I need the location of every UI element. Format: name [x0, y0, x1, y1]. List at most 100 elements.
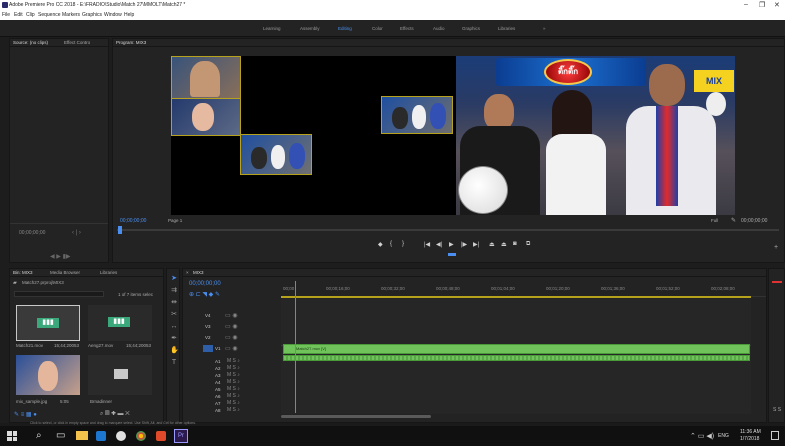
track-a8-icons[interactable]: M S ♪: [227, 407, 240, 413]
workspace-learning[interactable]: Learning: [263, 26, 281, 31]
hand-tool-icon[interactable]: ✋: [170, 347, 179, 355]
tab-bin[interactable]: Bin: MIX3: [13, 270, 33, 275]
chrome-icon[interactable]: [136, 431, 146, 441]
mark-out-icon[interactable]: }: [402, 241, 404, 247]
track-a1-icons[interactable]: M S ♪: [227, 358, 240, 364]
menu-clip[interactable]: Clip: [26, 12, 35, 18]
add-button-icon[interactable]: +: [774, 244, 778, 251]
timeline-close-icon[interactable]: ×: [186, 270, 189, 275]
track-select-icon[interactable]: ⇉: [170, 287, 178, 295]
track-a2-icons[interactable]: M S ♪: [227, 365, 240, 371]
app-icon-2[interactable]: [156, 431, 166, 441]
tab-source[interactable]: Source: (no clips): [13, 40, 48, 45]
premiere-taskbar-icon[interactable]: Pr: [174, 429, 188, 443]
timeline-playhead[interactable]: [295, 281, 296, 413]
menu-edit[interactable]: Edit: [14, 12, 23, 18]
menu-sequence[interactable]: Sequence: [38, 12, 61, 18]
timeline-scrollbar[interactable]: [281, 415, 431, 418]
project-item-3[interactable]: [16, 355, 80, 395]
notification-icon[interactable]: [771, 431, 779, 440]
v1-source-patch[interactable]: [203, 345, 213, 352]
menu-graphics[interactable]: Graphics: [82, 12, 102, 18]
tab-effect-controls[interactable]: Effect Contro: [64, 40, 90, 45]
go-to-out-icon[interactable]: ▶|: [473, 241, 479, 248]
audio-clip[interactable]: [283, 355, 750, 361]
menu-markers[interactable]: Markers: [62, 12, 80, 18]
track-a6-icons[interactable]: M S ♪: [227, 393, 240, 399]
windows-start-icon[interactable]: [7, 431, 17, 441]
menu-window[interactable]: Window: [104, 12, 122, 18]
pip-right: [381, 96, 453, 134]
timeline-ruler[interactable]: 00;00 00;00;16;00 00;00;32;00 00;00;48;0…: [281, 281, 766, 297]
track-v1-icons[interactable]: ▭ ◉: [225, 345, 238, 352]
system-tray-icons[interactable]: ⌃ ▭ ◀): [690, 432, 714, 440]
language-indicator[interactable]: ENG: [718, 433, 729, 439]
source-transport-icon[interactable]: ◀ ▶ ▮▶: [50, 253, 70, 260]
program-playhead[interactable]: [118, 226, 122, 234]
compare-icon[interactable]: ⧉: [526, 241, 530, 248]
timeline-timecode[interactable]: 00;00;00;00: [189, 281, 221, 287]
project-footer-actions[interactable]: ⌕ ▤ ✚ ▬ ✕: [100, 411, 130, 418]
meter-solo-buttons[interactable]: S S: [773, 407, 781, 413]
track-a5-icons[interactable]: M S ♪: [227, 386, 240, 392]
clock-time[interactable]: 11:36 AM: [740, 429, 761, 435]
go-to-in-icon[interactable]: |◀: [424, 241, 430, 248]
step-back-icon[interactable]: ◀|: [436, 241, 442, 248]
search-icon[interactable]: ⌕: [36, 430, 42, 441]
project-search-input[interactable]: [14, 291, 104, 297]
task-view-icon[interactable]: ▭: [56, 430, 65, 441]
track-v4-icons[interactable]: ▭ ◉: [225, 312, 238, 319]
video-clip[interactable]: Match27.mov [V]: [283, 344, 750, 354]
maximize-button[interactable]: ❐: [759, 1, 765, 9]
workspace-more-icon[interactable]: »: [543, 26, 546, 31]
step-forward-icon[interactable]: |▶: [461, 241, 467, 248]
program-page-label[interactable]: Page 1: [168, 218, 182, 223]
track-a3-icons[interactable]: M S ♪: [227, 372, 240, 378]
type-tool-icon[interactable]: T: [170, 359, 178, 367]
file-explorer-icon[interactable]: [76, 431, 88, 440]
track-v3-icons[interactable]: ▭ ◉: [225, 323, 238, 330]
program-timeline-bar[interactable]: [117, 229, 779, 231]
lift-icon[interactable]: ⏏: [489, 241, 495, 248]
track-v2-icons[interactable]: ▭ ◉: [225, 334, 238, 341]
workspace-color[interactable]: Color: [372, 26, 383, 31]
slip-tool-icon[interactable]: ↔: [170, 323, 178, 331]
workspace-audio[interactable]: Audio: [433, 26, 445, 31]
clock-date[interactable]: 1/7/2018: [740, 436, 759, 442]
selection-tool-icon[interactable]: ➤: [170, 275, 178, 283]
workspace-effects[interactable]: Effects: [400, 26, 414, 31]
pen-tool-icon[interactable]: ✒: [170, 335, 178, 343]
menu-help[interactable]: Help: [124, 12, 134, 18]
tab-sequence[interactable]: MIX3: [193, 270, 204, 275]
track-a7-icons[interactable]: M S ♪: [227, 400, 240, 406]
tab-media-browser[interactable]: Media Browser: [50, 270, 80, 275]
ripple-edit-icon[interactable]: ⇹: [170, 299, 178, 307]
marker-icon[interactable]: ◆: [378, 241, 383, 248]
program-fit-select[interactable]: Full: [711, 218, 718, 223]
workspace-assembly[interactable]: Assembly: [300, 26, 320, 31]
project-item-2[interactable]: ▮▮▮: [88, 305, 152, 341]
mark-in-icon[interactable]: {: [390, 241, 392, 247]
close-button[interactable]: ✕: [774, 1, 780, 9]
source-nav-icon[interactable]: ‹ | ›: [72, 230, 81, 236]
wrench-icon[interactable]: ✎: [731, 217, 736, 224]
timeline-toolbar-icons[interactable]: ⊕ ⊏ ◥ ◆ ✎: [189, 291, 220, 298]
razor-icon[interactable]: ✂: [170, 311, 178, 319]
workspace-graphics[interactable]: Graphics: [462, 26, 480, 31]
tab-program[interactable]: Program: MIX3: [116, 40, 146, 45]
tab-libraries[interactable]: Libraries: [100, 270, 117, 275]
workspace-libraries[interactable]: Libraries: [498, 26, 515, 31]
project-item-4[interactable]: [88, 355, 152, 395]
minimize-button[interactable]: –: [744, 1, 748, 8]
work-area-bar[interactable]: [281, 296, 751, 298]
extract-icon[interactable]: ⏏: [501, 241, 507, 248]
camera-icon[interactable]: ◙: [513, 241, 517, 247]
track-a4-icons[interactable]: M S ♪: [227, 379, 240, 385]
workspace-editing[interactable]: Editing: [338, 26, 352, 31]
project-footer-icons[interactable]: ✎ ≡ ▦ ●: [14, 411, 37, 418]
store-icon[interactable]: [96, 431, 106, 441]
play-icon[interactable]: ▶: [449, 241, 454, 248]
menu-file[interactable]: File: [2, 12, 10, 18]
app-icon-1[interactable]: [116, 431, 126, 441]
project-item-1[interactable]: ▮▮▮: [16, 305, 80, 341]
